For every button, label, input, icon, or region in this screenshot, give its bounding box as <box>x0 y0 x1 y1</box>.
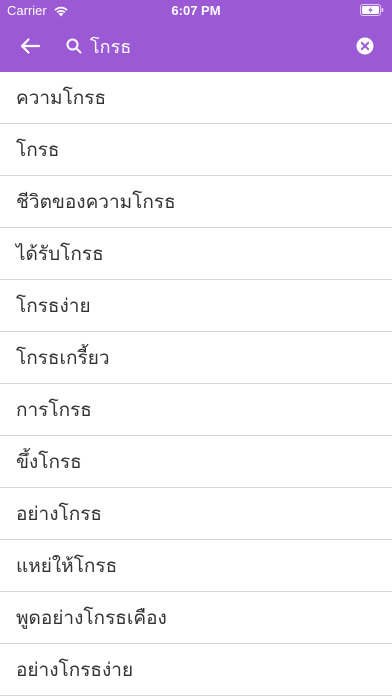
arrow-left-icon <box>20 38 40 54</box>
search-icon <box>66 38 82 54</box>
list-item-label: อย่างโกรธง่าย <box>16 658 134 681</box>
list-item-label: ขึ้งโกรธ <box>16 450 82 473</box>
list-item[interactable]: โกรธ <box>0 124 392 176</box>
back-button[interactable] <box>10 30 50 62</box>
list-item-label: โกรธ <box>16 138 60 161</box>
list-item-label: แหย่ให้โกรธ <box>16 554 118 577</box>
list-item-label: การโกรธ <box>16 398 92 421</box>
list-item-label: ได้รับโกรธ <box>16 242 104 265</box>
list-item[interactable]: ขึ้งโกรธ <box>0 436 392 488</box>
list-item[interactable]: การโกรธ <box>0 384 392 436</box>
list-item-label: ความโกรธ <box>16 86 107 109</box>
list-item[interactable]: พูดอย่างโกรธเคือง <box>0 592 392 644</box>
status-bar: Carrier 6:07 PM <box>0 0 392 20</box>
search-bar <box>0 20 392 72</box>
status-time: 6:07 PM <box>171 3 221 18</box>
list-item[interactable]: อย่างโกรธ <box>0 488 392 540</box>
list-item-label: พูดอย่างโกรธเคือง <box>16 606 167 629</box>
list-item[interactable]: ความโกรธ <box>0 72 392 124</box>
list-item-label: อย่างโกรธ <box>16 502 103 525</box>
list-item[interactable]: โกรธเกรี้ยว <box>0 332 392 384</box>
list-item[interactable]: อย่างโกรธง่าย <box>0 644 392 696</box>
list-item-label: โกรธเกรี้ยว <box>16 346 110 369</box>
list-item-label: โกรธง่าย <box>16 294 91 317</box>
list-item[interactable]: แหย่ให้โกรธ <box>0 540 392 592</box>
results-list: ความโกรธ โกรธ ชีวิตของความโกรธ ได้รับโกร… <box>0 72 392 696</box>
list-item[interactable]: ชีวิตของความโกรธ <box>0 176 392 228</box>
clear-circle-icon[interactable] <box>356 37 374 55</box>
battery-charging-icon <box>360 4 384 16</box>
list-item[interactable]: โกรธง่าย <box>0 280 392 332</box>
list-item[interactable]: ได้รับโกรธ <box>0 228 392 280</box>
list-item-label: ชีวิตของความโกรธ <box>16 190 176 213</box>
search-field[interactable] <box>62 30 372 62</box>
search-input[interactable] <box>90 35 330 57</box>
